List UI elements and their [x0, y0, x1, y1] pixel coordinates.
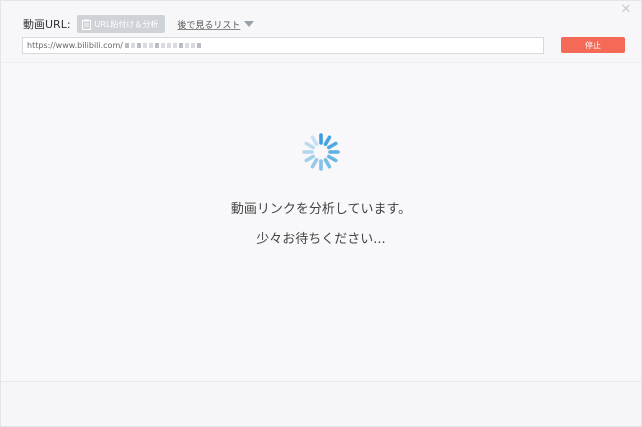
url-label: 動画URL: [23, 18, 71, 31]
paste-button-label: URL貼付け＆分析 [94, 19, 159, 29]
chevron-down-icon [244, 21, 255, 27]
footer-bar [1, 382, 641, 426]
downloader-window: ✕ 動画URL: URL貼付け＆分析 後で見るリスト https://www.b… [0, 0, 642, 427]
close-icon[interactable]: ✕ [619, 3, 633, 17]
clipboard-icon [81, 19, 91, 30]
loading-spinner-icon [302, 133, 340, 171]
please-wait-message: 少々お待ちください... [256, 232, 386, 247]
watch-later-dropdown[interactable]: 後で見るリスト [177, 18, 255, 31]
stop-button[interactable]: 停止 [561, 37, 625, 53]
analyzing-message: 動画リンクを分析しています。 [230, 202, 412, 217]
watch-later-label: 後で見るリスト [177, 20, 241, 31]
paste-and-analyze-button[interactable]: URL貼付け＆分析 [76, 15, 166, 33]
url-toolbar: 動画URL: URL貼付け＆分析 後で見るリスト [23, 14, 255, 34]
url-field-value: https://www.bilibili.com/ [27, 41, 123, 50]
redacted-url-part [124, 43, 201, 48]
url-field[interactable]: https://www.bilibili.com/ [22, 37, 544, 54]
analysis-panel [1, 63, 641, 381]
